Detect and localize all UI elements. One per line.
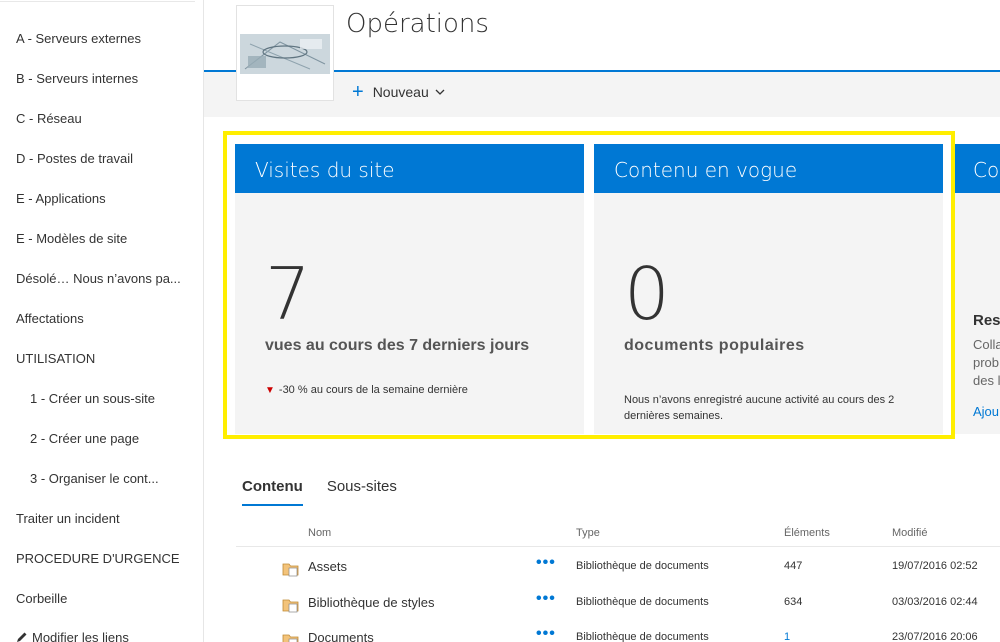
pencil-icon [17, 632, 27, 642]
nav-item[interactable]: D - Postes de travail [16, 151, 133, 166]
nav-item[interactable]: C - Réseau [16, 111, 82, 126]
row-type: Bibliothèque de documents [576, 596, 709, 608]
triangle-down-icon: ▼ [265, 385, 275, 396]
partial-card-text: Colla prob des l [973, 336, 1000, 390]
row-type: Bibliothèque de documents [576, 560, 709, 572]
partial-card-line: Colla [973, 337, 1000, 352]
column-header-modified[interactable]: Modifié [892, 527, 927, 539]
nav-item[interactable]: UTILISATION [16, 351, 95, 366]
site-visits-title: Visites du site [235, 144, 584, 193]
site-visits-count: 7 [265, 252, 311, 336]
nav-item[interactable]: Corbeille [16, 591, 67, 606]
edit-links-button[interactable]: Modifier les liens [16, 630, 129, 642]
row-name[interactable]: Assets [308, 559, 347, 574]
nav-item[interactable]: E - Modèles de site [16, 231, 127, 246]
new-button-label: Nouveau [372, 84, 429, 100]
column-header-items[interactable]: Éléments [784, 527, 830, 539]
chevron-down-icon [435, 89, 445, 95]
nav-subitem[interactable]: 1 - Créer un sous-site [30, 391, 155, 406]
column-header-type[interactable]: Type [576, 527, 600, 539]
trending-subtitle: documents populaires [624, 337, 805, 354]
trending-content-card[interactable]: Contenu en vogue 0 documents populaires … [594, 144, 943, 434]
edit-links-label: Modifier les liens [32, 630, 129, 642]
row-items: 634 [784, 596, 803, 608]
more-icon[interactable]: ••• [536, 625, 556, 642]
more-icon[interactable]: ••• [536, 590, 556, 608]
folder-icon [282, 599, 299, 613]
nav-item[interactable]: B - Serveurs internes [16, 71, 138, 86]
row-modified: 03/03/2016 02:44 [892, 596, 978, 608]
partial-card-line: des l [973, 373, 1000, 388]
nav-item[interactable]: Affectations [16, 311, 84, 326]
row-name[interactable]: Bibliothèque de styles [308, 595, 434, 610]
partial-card-heading: Res [973, 312, 1000, 329]
partial-card[interactable]: Co Res Colla prob des l Ajou [953, 144, 1000, 434]
site-logo-image [240, 34, 330, 74]
row-name[interactable]: Documents [308, 630, 374, 642]
partial-card-link[interactable]: Ajou [973, 404, 999, 419]
nav-top-divider [0, 0, 195, 2]
more-icon[interactable]: ••• [536, 554, 556, 572]
trending-note: Nous n’avons enregistré aucune activité … [624, 394, 895, 422]
site-visits-trend: ▼ -30 % au cours de la semaine dernière [265, 384, 468, 396]
nav-item[interactable]: PROCEDURE D'URGENCE [16, 551, 180, 566]
nav-item[interactable]: A - Serveurs externes [16, 31, 141, 46]
site-visits-subtitle: vues au cours des 7 derniers jours [265, 337, 530, 354]
folder-icon [282, 563, 299, 577]
nav-item[interactable]: E - Applications [16, 191, 106, 206]
row-type: Bibliothèque de documents [576, 631, 709, 642]
table-row[interactable]: Documents ••• Bibliothèque de documents … [236, 625, 1000, 642]
new-button[interactable]: + Nouveau [352, 81, 445, 103]
nav-subitem[interactable]: 3 - Organiser le cont... [30, 471, 159, 486]
folder-icon [282, 634, 299, 642]
nav-item[interactable]: Désolé… Nous n’avons pa... [16, 271, 181, 286]
content-tabs: Contenu Sous-sites [242, 478, 397, 506]
left-navigation: A - Serveurs externes B - Serveurs inter… [0, 0, 204, 642]
row-items: 447 [784, 560, 803, 572]
partial-card-title: Co [953, 144, 1000, 193]
row-modified: 23/07/2016 20:06 [892, 631, 978, 642]
trending-count: 0 [624, 252, 670, 336]
tab-sous-sites[interactable]: Sous-sites [327, 478, 397, 506]
site-logo[interactable] [236, 5, 334, 101]
page-title: Opérations [346, 9, 489, 39]
tab-contenu[interactable]: Contenu [242, 478, 303, 506]
plus-icon: + [352, 81, 364, 103]
nav-subitem[interactable]: 2 - Créer une page [30, 431, 139, 446]
table-row[interactable]: Bibliothèque de styles ••• Bibliothèque … [236, 590, 1000, 632]
table-row[interactable]: Assets ••• Bibliothèque de documents 447… [236, 554, 1000, 596]
nav-item[interactable]: Traiter un incident [16, 511, 120, 526]
row-items: 1 [784, 631, 791, 642]
partial-card-line: prob [973, 355, 1000, 370]
row-modified: 19/07/2016 02:52 [892, 560, 978, 572]
table-header-divider [236, 546, 1000, 547]
column-header-name[interactable]: Nom [308, 527, 331, 539]
site-visits-trend-text: -30 % au cours de la semaine dernière [278, 384, 468, 396]
trending-content-title: Contenu en vogue [594, 144, 943, 193]
site-visits-card[interactable]: Visites du site 7 vues au cours des 7 de… [235, 144, 584, 434]
